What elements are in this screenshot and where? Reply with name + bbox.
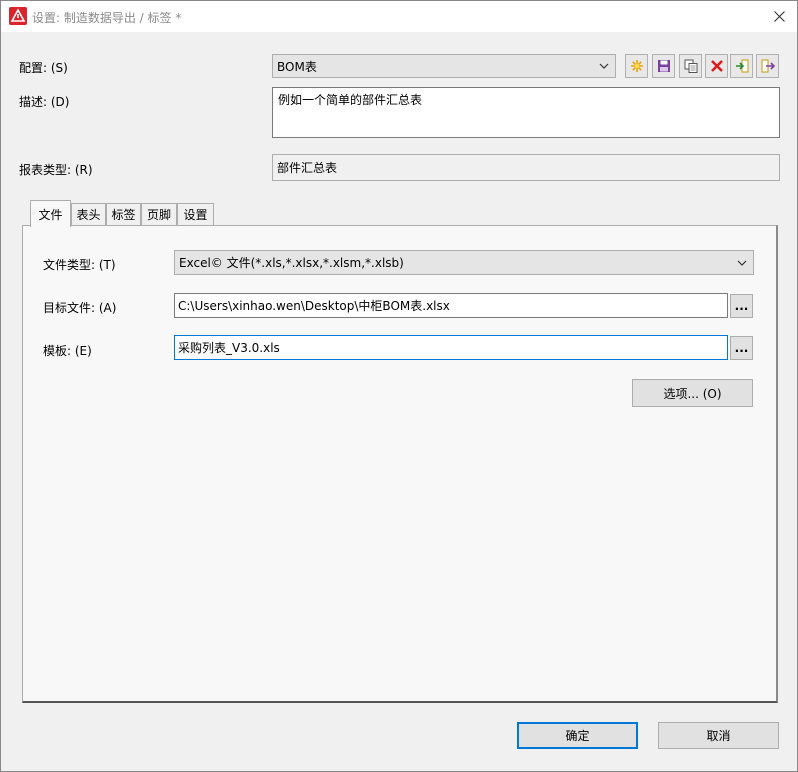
tab-file-label: 文件: [38, 207, 63, 222]
browse-target-label: ...: [734, 299, 749, 313]
target-file-value: C:\Users\xinhao.wen\Desktop\中柜BOM表.xlsx: [178, 299, 450, 313]
window-title: 设置: 制造数据导出 / 标签 *: [32, 11, 182, 25]
config-select[interactable]: BOM表: [272, 54, 616, 78]
tab-settings-label: 设置: [183, 208, 208, 222]
export-icon: [761, 59, 775, 73]
import-config-button[interactable]: [730, 54, 753, 78]
config-value: BOM表: [277, 59, 317, 74]
chevron-down-icon: [737, 260, 747, 266]
ok-button[interactable]: 确定: [517, 722, 638, 749]
template-value: 采购列表_V3.0.xls: [178, 341, 280, 355]
app-icon: [9, 7, 27, 25]
settings-dialog: 设置: 制造数据导出 / 标签 * 配置: (S) BOM表 描述: (D) 例…: [0, 0, 798, 772]
tab-settings[interactable]: 设置: [177, 203, 214, 225]
tab-footer[interactable]: 页脚: [141, 203, 177, 225]
target-file-label: 目标文件: (A): [43, 301, 117, 315]
ok-button-label: 确定: [565, 729, 590, 743]
file-type-value: Excel© 文件(*.xls,*.xlsx,*.xlsm,*.xlsb): [179, 256, 404, 270]
tab-footer-label: 页脚: [146, 208, 171, 222]
title-bar: 设置: 制造数据导出 / 标签 *: [1, 1, 797, 32]
chevron-down-icon: [599, 63, 609, 69]
tab-file[interactable]: 文件: [30, 200, 71, 227]
file-type-select[interactable]: Excel© 文件(*.xls,*.xlsx,*.xlsm,*.xlsb): [174, 250, 754, 275]
tab-labels-label: 标签: [111, 208, 136, 222]
template-label: 模板: (E): [43, 344, 92, 358]
close-icon: [773, 11, 785, 22]
description-value: 例如一个简单的部件汇总表: [278, 93, 423, 107]
target-file-input[interactable]: C:\Users\xinhao.wen\Desktop\中柜BOM表.xlsx: [174, 293, 728, 318]
options-button-label: 选项... (O): [663, 386, 722, 401]
file-type-label: 文件类型: (T): [43, 258, 116, 272]
options-button[interactable]: 选项... (O): [632, 379, 753, 407]
delete-icon: [710, 60, 723, 72]
tab-header[interactable]: 表头: [71, 203, 106, 225]
description-field[interactable]: 例如一个简单的部件汇总表: [272, 87, 780, 138]
save-config-button[interactable]: [652, 54, 675, 78]
template-input[interactable]: 采购列表_V3.0.xls: [174, 335, 728, 360]
report-type-value: 部件汇总表: [277, 161, 338, 175]
cancel-button[interactable]: 取消: [658, 722, 779, 749]
description-label: 描述: (D): [19, 95, 70, 109]
copy-icon: [684, 59, 697, 73]
delete-config-button[interactable]: [705, 54, 728, 78]
close-button[interactable]: [761, 1, 797, 32]
import-icon: [735, 59, 748, 73]
new-config-button[interactable]: [625, 54, 648, 78]
cancel-button-label: 取消: [706, 729, 731, 743]
copy-config-button[interactable]: [679, 54, 702, 78]
report-type-label: 报表类型: (R): [19, 163, 93, 177]
save-icon: [657, 60, 670, 72]
browse-template-label: ...: [734, 341, 749, 355]
export-config-button[interactable]: [756, 54, 779, 78]
tab-header-label: 表头: [76, 208, 101, 222]
config-label: 配置: (S): [19, 61, 68, 75]
tab-labels[interactable]: 标签: [106, 203, 141, 225]
browse-target-button[interactable]: ...: [730, 294, 753, 318]
new-icon: [630, 60, 643, 72]
report-type-field: 部件汇总表: [272, 154, 780, 181]
browse-template-button[interactable]: ...: [730, 336, 753, 360]
